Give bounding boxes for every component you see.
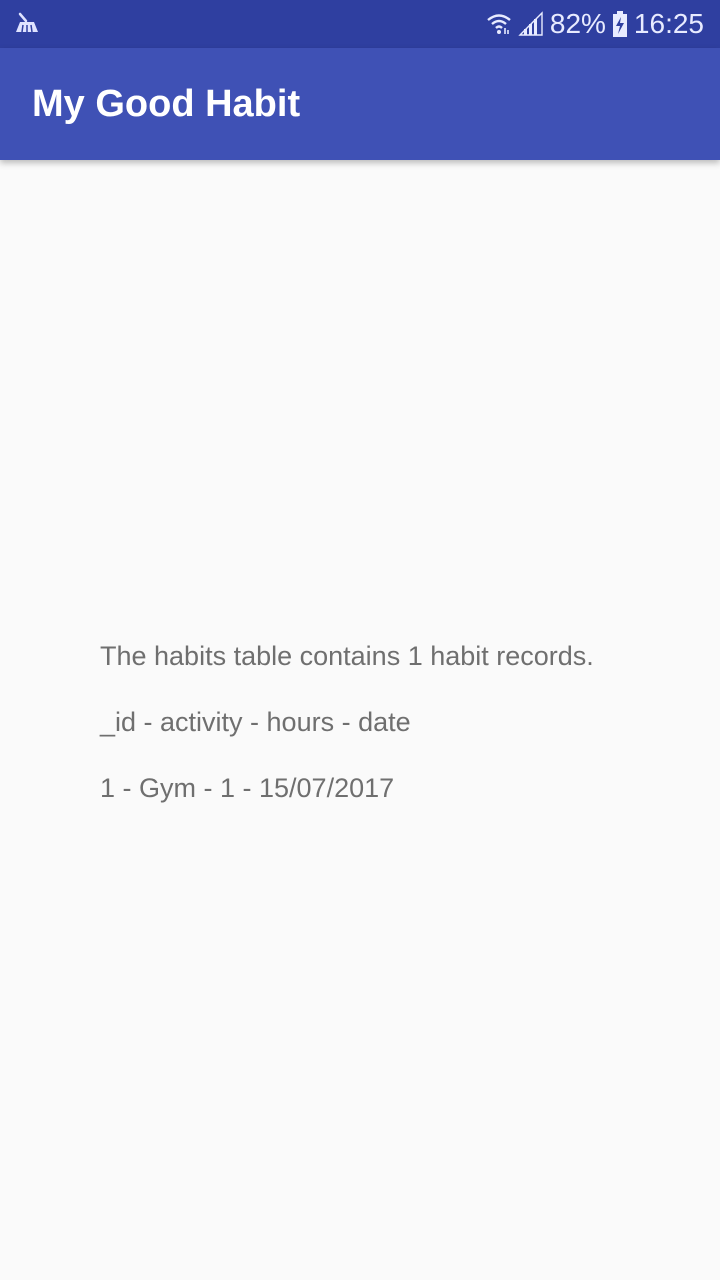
- status-bar: 82% 16:25: [0, 0, 720, 48]
- app-bar: My Good Habit: [0, 48, 720, 160]
- wifi-icon: [486, 11, 512, 37]
- battery-percent: 82%: [549, 8, 606, 39]
- clock: 16:25: [633, 8, 704, 39]
- habits-count-text: The habits table contains 1 habit record…: [100, 641, 594, 671]
- habits-summary: The habits table contains 1 habit record…: [100, 634, 700, 832]
- table-header-text: _id - activity - hours - date: [100, 707, 411, 737]
- cell-signal-icon: [518, 11, 544, 37]
- cleaner-broom-icon: [14, 10, 40, 36]
- battery-charging-icon: [612, 10, 628, 38]
- status-icons: 82% 16:25: [486, 0, 704, 48]
- table-row: 1 - Gym - 1 - 15/07/2017: [100, 773, 395, 803]
- app-title: My Good Habit: [32, 83, 301, 125]
